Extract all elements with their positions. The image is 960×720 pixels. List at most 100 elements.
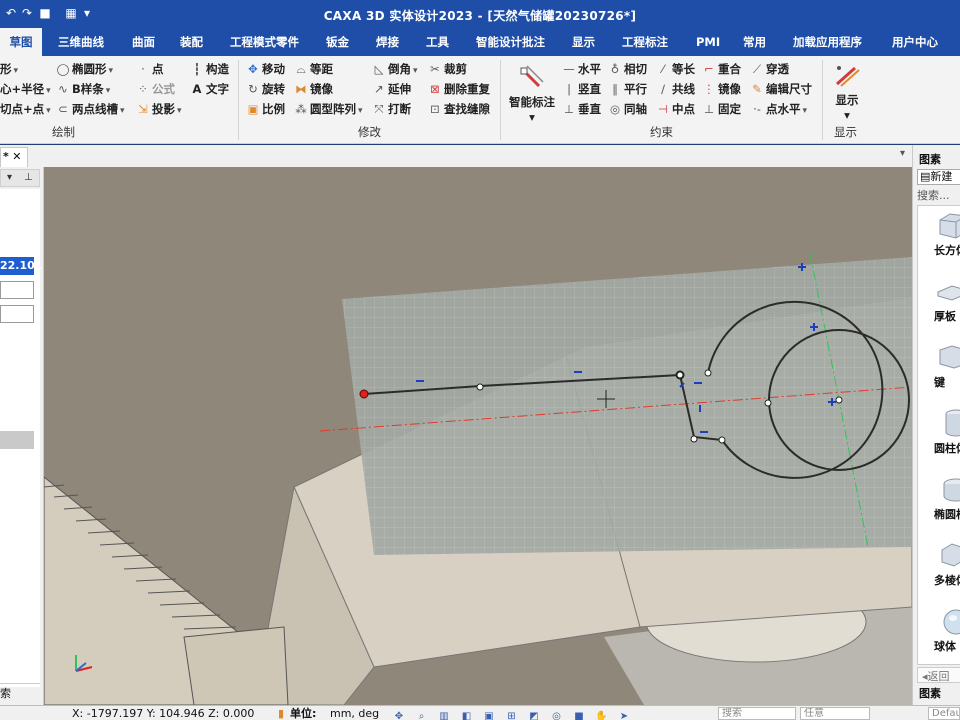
element-cuboid[interactable]: 长方体 xyxy=(918,206,960,270)
filter-input[interactable]: 搜索 xyxy=(718,707,796,720)
tab-tools[interactable]: 工具 xyxy=(420,28,455,56)
chamfer-tool[interactable]: ◺ 倒角 ▾ xyxy=(372,60,418,78)
orbit-icon[interactable]: ◎ xyxy=(550,711,564,720)
sketch-point[interactable] xyxy=(704,369,712,377)
pin-icon[interactable]: ▾ xyxy=(900,148,905,159)
tab-user-center[interactable]: 用户中心 xyxy=(886,28,944,56)
ellipse-tool[interactable]: ◯ 椭圆形 ▾ xyxy=(56,60,113,78)
bspline-tool[interactable]: ∿ B样条 ▾ xyxy=(56,80,110,98)
circle-center-point[interactable] xyxy=(835,396,843,404)
tab-common[interactable]: 常用 xyxy=(737,28,772,56)
tangent-point-tool[interactable]: 切点+点 ▾ xyxy=(0,100,51,118)
tangent-constraint[interactable]: ♁ 相切 xyxy=(608,60,647,78)
tab-pmi[interactable]: PMI xyxy=(690,28,726,56)
project-tool[interactable]: ⇲ 投影 ▾ xyxy=(136,100,181,118)
parallel-constraint[interactable]: ∥ 平行 xyxy=(608,80,647,98)
rect-tool[interactable]: 形 ▾ xyxy=(0,60,18,78)
sketch-point[interactable] xyxy=(675,370,685,380)
box-icon[interactable]: ▣ xyxy=(482,711,496,720)
pierce-constraint[interactable]: ⟋ 穿透 xyxy=(750,60,789,78)
sketch-point[interactable] xyxy=(690,435,698,443)
pin-icon[interactable]: ⊥ xyxy=(24,172,33,183)
hand-icon[interactable]: ✋ xyxy=(595,711,609,720)
smart-dimension-button[interactable]: 智能标注 ▾ xyxy=(506,60,558,124)
mirror-constraint[interactable]: ⋮ 镜像 xyxy=(702,80,741,98)
concentric-constraint[interactable]: ◎ 同轴 xyxy=(608,100,647,118)
tab-sheet-metal[interactable]: 钣金 xyxy=(320,28,355,56)
shade-icon[interactable]: ◩ xyxy=(527,711,541,720)
parameter-value-field[interactable]: 22.101 xyxy=(0,257,42,275)
search-input[interactable]: 搜索... xyxy=(917,187,960,203)
rotate-tool[interactable]: ↻ 旋转 xyxy=(246,80,285,98)
tab-assembly[interactable]: 装配 xyxy=(174,28,209,56)
tab-display[interactable]: 显示 xyxy=(566,28,601,56)
sketch-point[interactable] xyxy=(764,399,772,407)
cube-icon[interactable]: ■ xyxy=(572,711,586,720)
design-viewport[interactable] xyxy=(44,167,912,705)
break-tool[interactable]: ⤧ 打断 xyxy=(372,100,411,118)
bottom-tab-elements[interactable]: 图素 xyxy=(917,685,960,703)
render-icon[interactable]: ◧ xyxy=(460,711,474,720)
parameter-input[interactable] xyxy=(0,305,34,323)
fix-constraint[interactable]: ⊥ 固定 xyxy=(702,100,741,118)
point-tool[interactable]: · 点 xyxy=(136,60,163,78)
sketch-point[interactable] xyxy=(476,383,484,391)
tab-3d-curve[interactable]: 三维曲线 xyxy=(52,28,110,56)
sketch-point[interactable] xyxy=(718,436,726,444)
view-icon[interactable]: ▥ xyxy=(437,711,451,720)
construct-tool[interactable]: ┇ 构造 xyxy=(190,60,229,78)
horizontal-constraint[interactable]: — 水平 xyxy=(562,60,601,78)
close-icon[interactable]: ✕ xyxy=(12,150,21,163)
element-prism[interactable]: 多棱体 xyxy=(918,536,960,600)
fit-icon[interactable]: ⊞ xyxy=(505,711,519,720)
formula-tool[interactable]: ⁘ 公式 xyxy=(136,80,175,98)
parameter-input[interactable] xyxy=(0,281,34,299)
element-elliptic-cylinder[interactable]: 椭圆柱 xyxy=(918,470,960,534)
element-thick-plate[interactable]: 厚板 xyxy=(918,272,960,336)
layer-input[interactable]: Defau xyxy=(928,707,960,720)
document-tab[interactable]: * ✕ xyxy=(0,147,28,167)
units-value[interactable]: mm, deg xyxy=(330,706,379,720)
extend-tool[interactable]: ↗ 延伸 xyxy=(372,80,411,98)
delete-duplicate-tool[interactable]: ⊠ 删除重复 xyxy=(428,80,490,98)
perpendicular-constraint[interactable]: ⊥ 垂直 xyxy=(562,100,601,118)
offset-tool[interactable]: ⌓ 等距 xyxy=(294,60,333,78)
collapse-icon[interactable]: ▾ xyxy=(7,172,12,183)
edit-dimension[interactable]: ✎ 编辑尺寸 xyxy=(750,80,812,98)
vertical-constraint[interactable]: | 竖直 xyxy=(562,80,601,98)
sketch-start-point[interactable] xyxy=(359,389,369,399)
element-sphere[interactable]: 球体 xyxy=(918,602,960,666)
point-horizontal-constraint[interactable]: ·- 点水平 ▾ xyxy=(750,100,807,118)
element-key[interactable]: 键 xyxy=(918,338,960,402)
text-tool[interactable]: A 文字 xyxy=(190,80,229,98)
two-point-slot-tool[interactable]: ⊂ 两点线槽 ▾ xyxy=(56,100,124,118)
element-cylinder[interactable]: 圆柱体 xyxy=(918,404,960,468)
midpoint-constraint[interactable]: ⊣ 中点 xyxy=(656,100,695,118)
find-gap-tool[interactable]: ⊡ 查找缝隙 xyxy=(428,100,490,118)
trim-tool[interactable]: ✂ 裁剪 xyxy=(428,60,467,78)
prism-icon xyxy=(941,543,960,567)
circular-array-tool[interactable]: ⁂ 圆型阵列 ▾ xyxy=(294,100,362,118)
zoom-icon[interactable]: ⌕ xyxy=(415,711,429,720)
tab-welding[interactable]: 焊接 xyxy=(370,28,405,56)
selection-filter-input[interactable]: 任意 xyxy=(800,707,870,720)
back-button[interactable]: ◂返回 xyxy=(917,667,960,683)
tab-addins[interactable]: 加载应用程序 xyxy=(787,28,868,56)
scale-tool[interactable]: ▣ 比例 xyxy=(246,100,285,118)
collinear-constraint[interactable]: ∕ 共线 xyxy=(656,80,695,98)
panel-bottom-tab[interactable]: 索 xyxy=(0,683,40,703)
coincident-constraint[interactable]: ⌐ 重合 xyxy=(702,60,741,78)
new-button[interactable]: ▤新建 xyxy=(917,169,960,185)
move-tool[interactable]: ✥ 移动 xyxy=(246,60,285,78)
tab-engineering-dimension[interactable]: 工程标注 xyxy=(616,28,674,56)
pan-icon[interactable]: ✥ xyxy=(392,711,406,720)
pointer-icon[interactable]: ➤ xyxy=(617,711,631,720)
tab-smart-annotation[interactable]: 智能设计批注 xyxy=(470,28,551,56)
center-radius-tool[interactable]: 心+半径 ▾ xyxy=(0,80,51,98)
equal-constraint[interactable]: ⁄ 等长 xyxy=(656,60,695,78)
tab-surface[interactable]: 曲面 xyxy=(126,28,161,56)
display-button[interactable]: 显示 ▾ xyxy=(828,60,866,122)
tab-sketch[interactable]: 草图 xyxy=(0,28,42,56)
tab-engineering-part[interactable]: 工程模式零件 xyxy=(224,28,305,56)
mirror-tool[interactable]: ⧓ 镜像 xyxy=(294,80,333,98)
